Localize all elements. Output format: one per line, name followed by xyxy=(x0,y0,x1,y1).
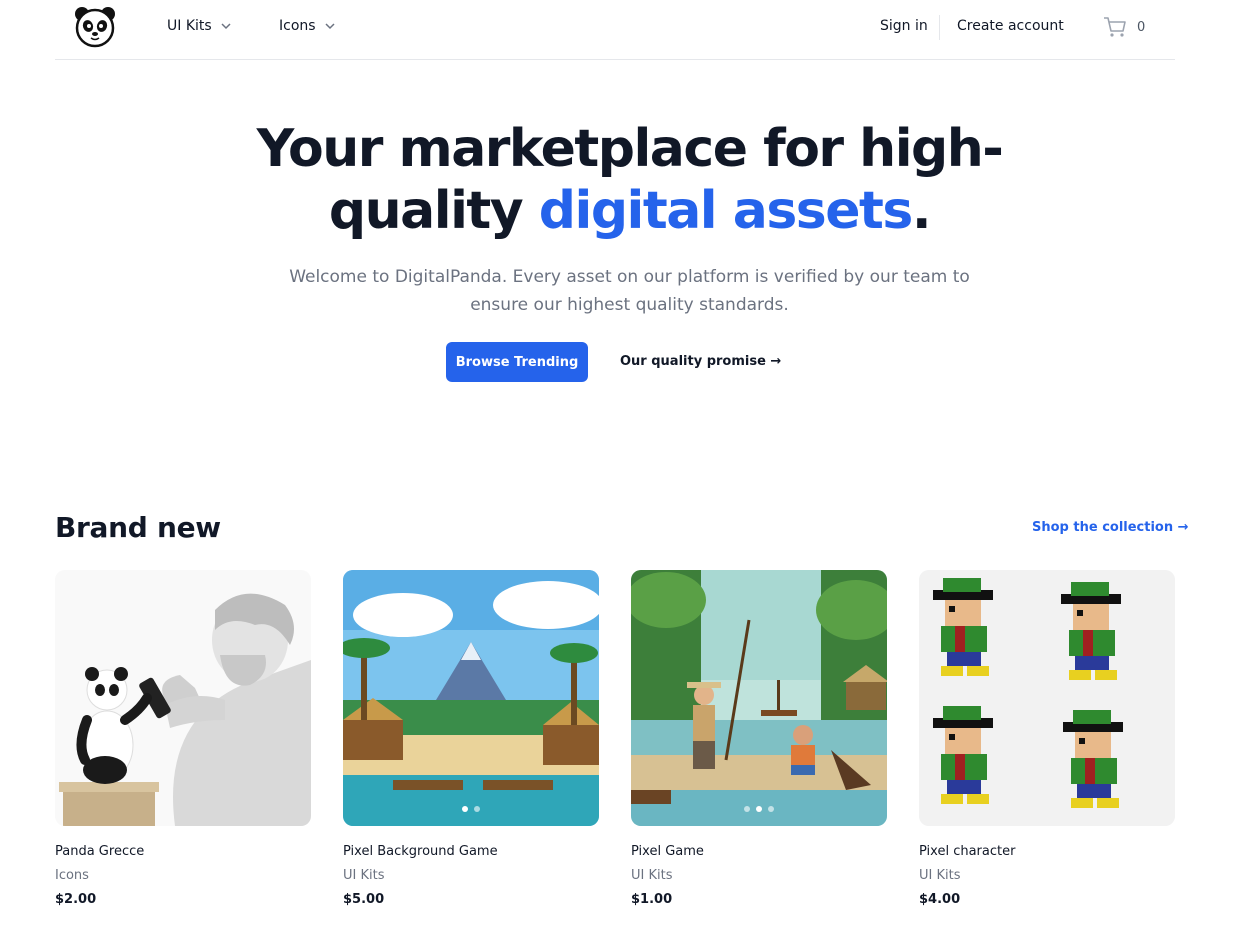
cart-button[interactable]: 0 xyxy=(1102,14,1145,40)
hero-subtitle: Welcome to DigitalPanda. Every asset on … xyxy=(0,263,1259,319)
quality-promise-link[interactable]: Our quality promise → xyxy=(620,354,781,369)
create-account-link[interactable]: Create account xyxy=(957,18,1064,34)
hero-title-line2: quality digital assets. xyxy=(0,180,1259,242)
product-category: UI Kits xyxy=(631,868,673,883)
product-name[interactable]: Pixel Background Game xyxy=(343,844,498,859)
shopping-cart-icon xyxy=(1104,17,1126,37)
product-card[interactable]: Panda Grecce Icons $2.00 xyxy=(55,570,311,907)
product-category: Icons xyxy=(55,868,89,883)
hero-subtitle-line1: Welcome to DigitalPanda. Every asset on … xyxy=(289,267,970,287)
nav-icons-label: Icons xyxy=(279,18,316,34)
page: UI Kits Icons Sign in Create account 0 Y… xyxy=(0,0,1259,926)
hero-title-plain: quality xyxy=(328,181,539,241)
product-image-pixel-beach[interactable] xyxy=(343,570,599,826)
pixel-beach-illustration xyxy=(343,570,599,826)
panda-logo-icon[interactable] xyxy=(73,5,117,49)
nav-divider xyxy=(939,15,940,40)
hero-title-line1: Your marketplace for high- xyxy=(256,119,1004,179)
product-image-pixel-fishing[interactable] xyxy=(631,570,887,826)
hero-subtitle-line2: ensure our highest quality standards. xyxy=(470,295,789,315)
product-card[interactable]: Pixel Background Game UI Kits $5.00 xyxy=(343,570,599,907)
chevron-down-icon xyxy=(221,23,231,30)
cart-count: 0 xyxy=(1137,19,1146,35)
top-nav: UI Kits Icons Sign in Create account 0 xyxy=(55,0,1175,60)
product-category: UI Kits xyxy=(919,868,961,883)
product-price: $1.00 xyxy=(631,892,673,907)
pixel-fishing-illustration xyxy=(631,570,887,826)
product-price: $4.00 xyxy=(919,892,961,907)
product-name[interactable]: Panda Grecce xyxy=(55,844,144,859)
product-image-pixel-character[interactable] xyxy=(919,570,1175,826)
shop-collection-link[interactable]: Shop the collection → xyxy=(1032,520,1189,535)
product-card[interactable]: Pixel Game UI Kits $1.00 xyxy=(631,570,887,907)
carousel-dots[interactable] xyxy=(343,806,599,812)
product-category: UI Kits xyxy=(343,868,385,883)
sign-in-link[interactable]: Sign in xyxy=(880,18,928,34)
product-card[interactable]: Pixel character UI Kits $4.00 xyxy=(919,570,1175,907)
product-image-panda-statue[interactable] xyxy=(55,570,311,826)
carousel-dots[interactable] xyxy=(631,806,887,812)
hero-title-accent: digital assets xyxy=(538,181,914,241)
chevron-down-icon xyxy=(325,23,335,30)
panda-statue-illustration xyxy=(55,570,311,826)
product-price: $5.00 xyxy=(343,892,385,907)
product-name[interactable]: Pixel character xyxy=(919,844,1015,859)
pixel-character-illustration xyxy=(919,570,1175,826)
product-price: $2.00 xyxy=(55,892,97,907)
nav-icons[interactable]: Icons xyxy=(279,18,336,34)
product-name[interactable]: Pixel Game xyxy=(631,844,704,859)
nav-ui-kits-label: UI Kits xyxy=(167,18,212,34)
nav-ui-kits[interactable]: UI Kits xyxy=(167,18,232,34)
hero-title-period: . xyxy=(911,181,932,241)
hero-title: Your marketplace for high- quality digit… xyxy=(0,118,1259,242)
section-title: Brand new xyxy=(55,511,221,544)
browse-trending-button[interactable]: Browse Trending xyxy=(446,342,588,382)
